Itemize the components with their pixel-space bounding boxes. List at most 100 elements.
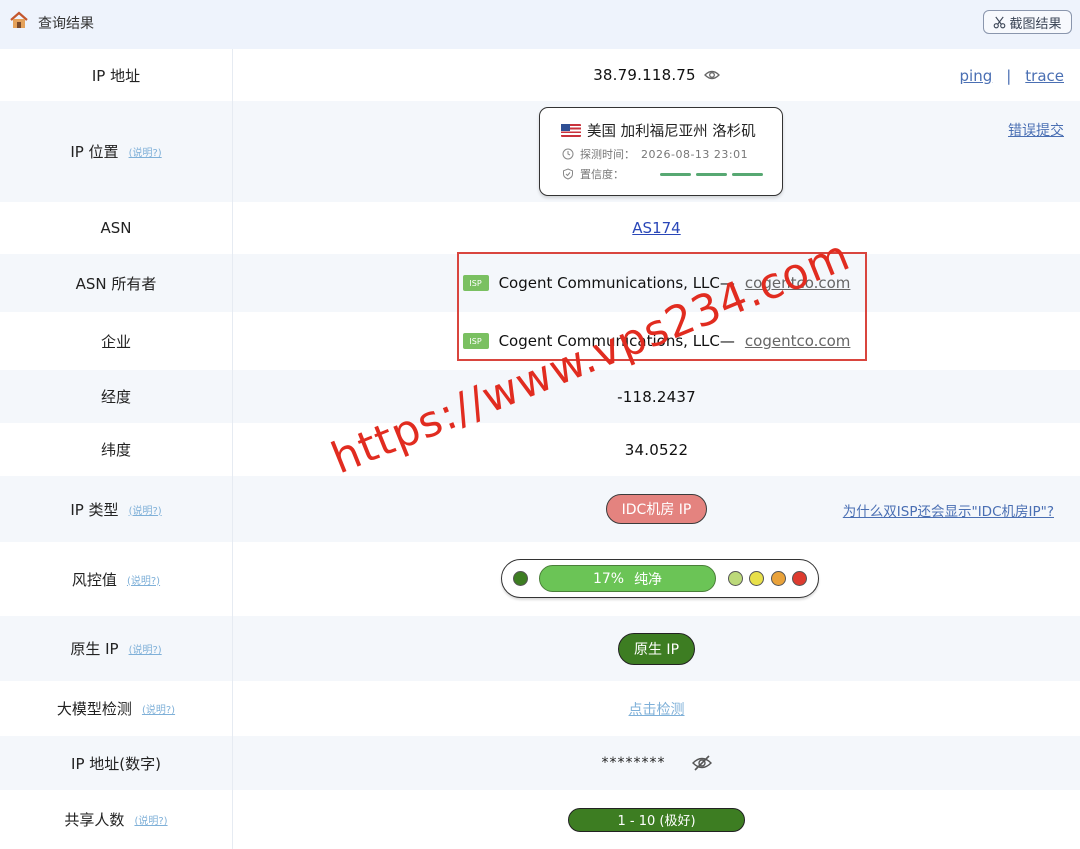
risk-dot-3 bbox=[771, 571, 786, 586]
longitude-value: -118.2437 bbox=[617, 387, 696, 406]
risk-meter: 17% 纯净 bbox=[501, 559, 819, 598]
row-label: ASN bbox=[0, 202, 233, 254]
row-label: 企业 bbox=[0, 312, 233, 370]
label-text: 纬度 bbox=[100, 441, 131, 459]
risk-score-bar: 17% 纯净 bbox=[539, 565, 716, 592]
help-link[interactable]: (说明?) bbox=[127, 572, 160, 587]
row-value: 1 - 10 (极好) bbox=[233, 790, 1080, 849]
location-card: 美国 加利福尼亚州 洛杉矶 探测时间： 2026-08-13 23:01 置信度… bbox=[539, 107, 783, 196]
risk-dot-1 bbox=[728, 571, 743, 586]
row-value: ******** bbox=[233, 736, 1080, 790]
help-link[interactable]: (说明?) bbox=[129, 641, 162, 656]
masked-ip-numeric: ******** bbox=[601, 755, 666, 771]
row-label: 共享人数 (说明?) bbox=[0, 790, 233, 849]
row-longitude: 经度 -118.2437 bbox=[0, 370, 1080, 423]
help-link[interactable]: (说明?) bbox=[129, 144, 162, 159]
highlight-box bbox=[457, 252, 867, 361]
label-text: 原生 IP bbox=[70, 640, 119, 658]
row-label: IP 地址 bbox=[0, 49, 233, 101]
row-value: -118.2437 bbox=[233, 370, 1080, 423]
label-text: IP 地址 bbox=[91, 66, 141, 85]
row-value: 点击检测 bbox=[233, 681, 1080, 736]
detect-label: 探测时间： bbox=[580, 148, 635, 161]
link-separator: | bbox=[1006, 67, 1012, 85]
eye-slash-icon[interactable] bbox=[691, 755, 712, 771]
row-label: 风控值 (说明?) bbox=[0, 542, 233, 616]
risk-dot-2 bbox=[749, 571, 764, 586]
location-text: 美国 加利福尼亚州 洛杉矶 bbox=[587, 124, 756, 140]
result-table: IP 地址 38.79.118.75 ping | trace IP 位置 (说… bbox=[0, 49, 1080, 849]
row-value: IDC机房 IP 为什么双ISP还会显示"IDC机房IP"? bbox=[233, 476, 1080, 542]
detect-time: 2026-08-13 23:01 bbox=[641, 147, 749, 161]
risk-status: 纯净 bbox=[634, 571, 663, 588]
confidence-bars bbox=[660, 172, 763, 176]
row-value: 原生 IP bbox=[233, 616, 1080, 681]
row-value: AS174 bbox=[233, 202, 1080, 254]
row-latitude: 纬度 34.0522 bbox=[0, 423, 1080, 476]
help-link[interactable]: (说明?) bbox=[129, 502, 162, 517]
diagnostic-links: ping | trace bbox=[960, 67, 1065, 85]
run-check-link[interactable]: 点击检测 bbox=[629, 699, 685, 719]
row-label: 大模型检测 (说明?) bbox=[0, 681, 233, 736]
row-native-ip: 原生 IP (说明?) 原生 IP bbox=[0, 616, 1080, 681]
row-label: 纬度 bbox=[0, 423, 233, 476]
label-text: 企业 bbox=[100, 332, 131, 351]
label-text: IP 地址(数字) bbox=[71, 754, 161, 773]
label-text: 风控值 bbox=[71, 570, 117, 589]
latitude-value: 34.0522 bbox=[624, 440, 689, 459]
trace-link[interactable]: trace bbox=[1025, 67, 1064, 85]
row-ip-type: IP 类型 (说明?) IDC机房 IP 为什么双ISP还会显示"IDC机房IP… bbox=[0, 476, 1080, 542]
row-label: 原生 IP (说明?) bbox=[0, 616, 233, 681]
ip-value: 38.79.118.75 bbox=[593, 66, 696, 84]
row-label: 经度 bbox=[0, 370, 233, 423]
us-flag-icon bbox=[561, 124, 581, 137]
row-ip-numeric: IP 地址(数字) ******** bbox=[0, 736, 1080, 790]
screenshot-label: 截图结果 bbox=[1009, 16, 1062, 32]
label-text: IP 类型 bbox=[70, 500, 119, 519]
row-asn: ASN AS174 bbox=[0, 202, 1080, 254]
scissors-icon bbox=[994, 16, 1006, 28]
help-link[interactable]: (说明?) bbox=[134, 812, 167, 827]
label-text: IP 位置 bbox=[70, 143, 119, 161]
row-label: IP 类型 (说明?) bbox=[0, 476, 233, 542]
idc-ip-badge: IDC机房 IP bbox=[606, 494, 707, 524]
asn-link[interactable]: AS174 bbox=[632, 219, 680, 237]
label-text: 经度 bbox=[100, 388, 131, 406]
eye-icon[interactable] bbox=[703, 69, 720, 81]
row-ip-address: IP 地址 38.79.118.75 ping | trace bbox=[0, 49, 1080, 101]
confidence-label: 置信度： bbox=[580, 168, 624, 181]
row-risk-score: 风控值 (说明?) 17% 纯净 bbox=[0, 542, 1080, 616]
report-error-link[interactable]: 错误提交 bbox=[1008, 120, 1064, 140]
ping-link[interactable]: ping bbox=[960, 67, 993, 85]
clock-icon bbox=[562, 148, 574, 160]
page-title: 查询结果 bbox=[38, 16, 94, 32]
location-place: 美国 加利福尼亚州 洛杉矶 bbox=[561, 120, 756, 141]
label-text: 大模型检测 bbox=[56, 700, 132, 718]
row-value: 34.0522 bbox=[233, 423, 1080, 476]
result-header: 查询结果 截图结果 bbox=[0, 0, 1080, 49]
row-value: 38.79.118.75 ping | trace bbox=[233, 49, 1080, 101]
label-text: 共享人数 bbox=[64, 811, 125, 829]
risk-dot-4 bbox=[792, 571, 807, 586]
shared-users-badge: 1 - 10 (极好) bbox=[568, 807, 745, 832]
screenshot-button[interactable]: 截图结果 bbox=[983, 10, 1072, 34]
row-value: 17% 纯净 bbox=[233, 542, 1080, 616]
row-shared-users: 共享人数 (说明?) 1 - 10 (极好) bbox=[0, 790, 1080, 849]
row-label: IP 位置 (说明?) bbox=[0, 101, 233, 202]
detect-time-line: 探测时间： 2026-08-13 23:01 bbox=[562, 146, 748, 162]
ip-value-group: 38.79.118.75 bbox=[233, 49, 1080, 101]
row-label: ASN 所有者 bbox=[0, 254, 233, 312]
help-link[interactable]: (说明?) bbox=[142, 701, 175, 716]
shield-check-icon bbox=[563, 168, 573, 180]
home-icon bbox=[10, 11, 28, 28]
confidence-line: 置信度： bbox=[562, 166, 763, 182]
risk-dot-low bbox=[513, 571, 528, 586]
row-ip-location: IP 位置 (说明?) 美国 加利福尼亚州 洛杉矶 探测时间： 2026-08-… bbox=[0, 101, 1080, 202]
label-text: ASN bbox=[100, 219, 132, 237]
why-idc-link[interactable]: 为什么双ISP还会显示"IDC机房IP"? bbox=[843, 500, 1054, 520]
row-value: 美国 加利福尼亚州 洛杉矶 探测时间： 2026-08-13 23:01 置信度… bbox=[233, 101, 1080, 202]
row-llm-check: 大模型检测 (说明?) 点击检测 bbox=[0, 681, 1080, 736]
risk-percent: 17% bbox=[592, 570, 625, 587]
native-ip-badge: 原生 IP bbox=[618, 632, 695, 665]
row-label: IP 地址(数字) bbox=[0, 736, 233, 790]
